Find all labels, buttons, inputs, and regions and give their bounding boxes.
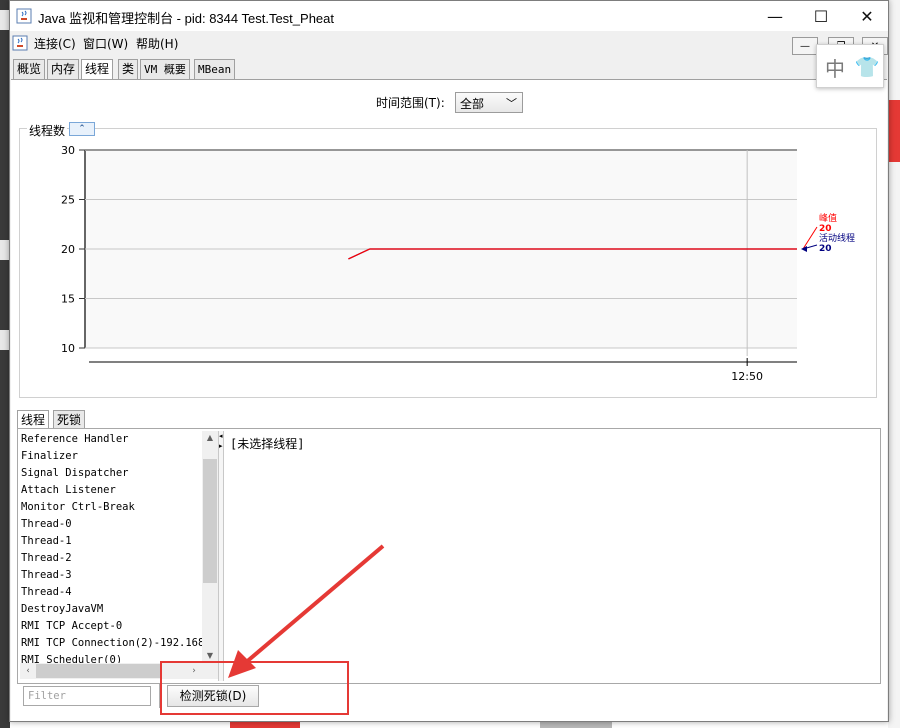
y-tick-label: 25 [61, 194, 75, 207]
tab-vm-summary[interactable]: VM 概要 [140, 59, 190, 79]
minimize-button[interactable]: — [752, 1, 798, 31]
y-tick-label: 30 [61, 144, 75, 157]
thread-list-item[interactable]: Monitor Ctrl-Break [20, 499, 216, 516]
thread-list-item[interactable]: Thread-3 [20, 567, 216, 584]
java-cup-icon [16, 8, 32, 24]
thread-list-item[interactable]: Signal Dispatcher [20, 465, 216, 482]
jconsole-window: Java 监视和管理控制台 - pid: 8344 Test.Test_Phea… [9, 0, 889, 722]
menu-help[interactable]: 帮助(H) [136, 35, 178, 52]
thread-list-item[interactable]: Reference Handler [20, 431, 216, 448]
scroll-left-icon[interactable]: ‹ [20, 663, 36, 679]
menu-window[interactable]: 窗口(W) [83, 35, 128, 52]
thread-count-chart: 101520253012:50峰值20活动线程20 [61, 144, 855, 383]
thread-list-vertical-scrollbar[interactable]: ▲ ▼ [202, 431, 218, 663]
y-tick-label: 15 [61, 293, 75, 306]
tab-threads[interactable]: 线程 [81, 59, 114, 80]
thread-list-item[interactable]: Thread-4 [20, 584, 216, 601]
filter-input[interactable] [23, 686, 151, 706]
tab-classes[interactable]: 类 [118, 59, 139, 79]
expand-left-icon[interactable]: ◂ [219, 433, 223, 440]
threads-panel: 时间范围(T): 全部 ﹀ 线程数 ⌃ 10 15 20 25 30 12:50 峰值 20 活… [11, 79, 887, 721]
window-title: Java 监视和管理控制台 - pid: 8344 Test.Test_Phea… [38, 11, 334, 26]
close-button[interactable]: ✕ [844, 1, 890, 31]
scroll-up-icon[interactable]: ▲ [202, 431, 218, 445]
expand-right-icon[interactable]: ▸ [219, 443, 223, 450]
thread-list-item[interactable]: Attach Listener [20, 482, 216, 499]
background-fragment [540, 722, 612, 728]
legend-peak-value: 20 [819, 224, 832, 234]
scrollbar-thumb[interactable] [203, 459, 217, 583]
thread-split-panel: Reference Handler Finalizer Signal Dispatc… [17, 428, 881, 684]
maximize-button[interactable]: ☐ [798, 1, 844, 31]
title-bar: Java 监视和管理控制台 - pid: 8344 Test.Test_Phea… [10, 1, 888, 31]
ime-chinese-toggle[interactable]: 中 [819, 49, 851, 85]
tab-mbean[interactable]: MBean [194, 59, 236, 79]
tab-memory[interactable]: 内存 [47, 59, 80, 79]
legend-live-label: 活动线程 [819, 232, 855, 244]
thread-list-item[interactable]: Thread-2 [20, 550, 216, 567]
thread-list[interactable]: Reference Handler Finalizer Signal Dispatc… [20, 431, 216, 663]
split-pane-divider[interactable]: ◂ ▸ [218, 431, 224, 681]
thread-detail-text: [未选择线程] [230, 437, 305, 451]
menu-bar: 连接(C) 窗口(W) 帮助(H) [10, 31, 888, 55]
x-tick-label: 12:50 [731, 370, 763, 383]
thread-list-item[interactable]: DestroyJavaVM [20, 601, 216, 618]
thread-list-item[interactable]: RMI TCP Connection(2)-192.168. [20, 635, 216, 652]
tab-deadlock[interactable]: 死锁 [53, 410, 86, 430]
legend-live-value: 20 [819, 244, 832, 254]
background-red-fragment [888, 100, 900, 162]
tab-overview[interactable]: 概览 [13, 59, 46, 79]
thread-list-item[interactable]: RMI TCP Accept-0 [20, 618, 216, 635]
y-tick-label: 20 [61, 243, 75, 256]
scrollbar-thumb[interactable] [36, 664, 160, 678]
java-cup-icon [12, 35, 28, 51]
floating-ime-toolbar: 中 👕 [816, 44, 884, 88]
thread-list-item[interactable]: Finalizer [20, 448, 216, 465]
thread-list-item[interactable]: Thread-1 [20, 533, 216, 550]
menu-connect[interactable]: 连接(C) [34, 35, 76, 52]
legend-peak-label: 峰值 [819, 212, 837, 224]
skin-icon[interactable]: 👕 [851, 49, 883, 85]
internal-minimize-button[interactable]: — [792, 37, 818, 55]
y-tick-label: 10 [61, 342, 75, 355]
thread-list-item[interactable]: Thread-0 [20, 516, 216, 533]
annotation-highlight-box [160, 661, 349, 715]
